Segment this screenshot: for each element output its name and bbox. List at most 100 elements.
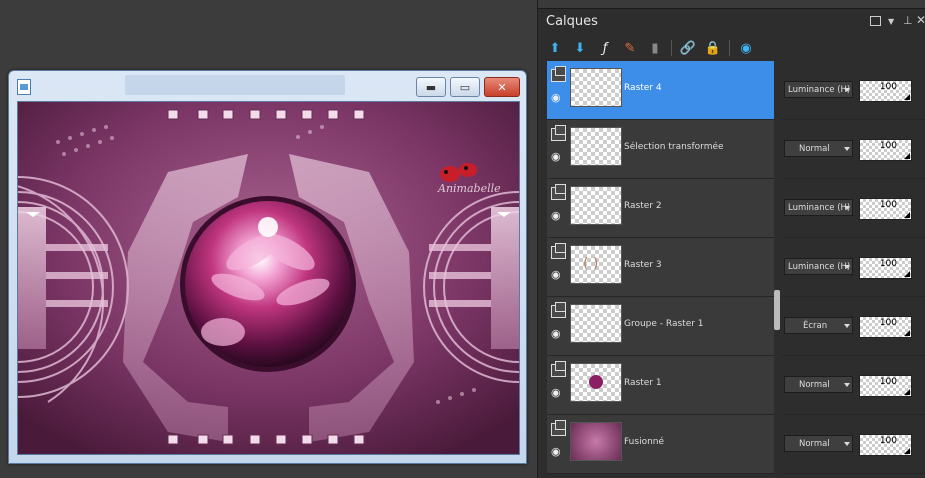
chevron-down-icon[interactable]: ▼ xyxy=(888,17,894,26)
slider-corner-icon xyxy=(904,271,910,277)
orb-thumb-detail xyxy=(589,375,603,389)
panel-title: Calques xyxy=(546,14,598,29)
brackets-thumb-detail: ( ) xyxy=(583,256,599,272)
eye-icon[interactable]: ◉ xyxy=(551,92,565,103)
layer-thumbnail xyxy=(570,68,622,107)
chevron-down-icon xyxy=(844,265,850,269)
minimize-button[interactable]: ▬ xyxy=(416,77,446,97)
blend-mode-select[interactable]: Écran xyxy=(784,317,853,334)
document-titlebar[interactable]: ▬ ▭ ✕ xyxy=(9,71,526,101)
close-icon[interactable]: ✕ xyxy=(916,13,925,27)
chevron-down-icon xyxy=(844,147,850,151)
opacity-field[interactable]: 100 xyxy=(859,139,912,161)
layer-row[interactable]: ◉ Sélection transformée xyxy=(547,120,774,179)
left-panel xyxy=(18,207,46,349)
layer-type-icon xyxy=(551,302,566,318)
slider-corner-icon xyxy=(904,448,910,454)
blend-mode-select[interactable]: Luminance (H) xyxy=(784,81,853,98)
layer-type-icon xyxy=(551,243,566,259)
layer-row[interactable]: ◉ Raster 2 xyxy=(547,179,774,238)
opacity-field[interactable]: 100 xyxy=(859,434,912,456)
layer-row[interactable]: ◉ Raster 1 xyxy=(547,356,774,415)
pin-icon[interactable]: ⊥ xyxy=(903,14,913,27)
slider-corner-icon xyxy=(904,389,910,395)
link-icon[interactable]: 🔗 xyxy=(679,39,697,57)
effects-brush-icon[interactable]: ✎ xyxy=(621,39,639,57)
maximize-icon: ▭ xyxy=(459,80,471,94)
layer-type-icon xyxy=(551,361,566,377)
mask-icon[interactable]: ▮ xyxy=(646,39,664,57)
layer-props-row: Luminance (H) 100 xyxy=(782,238,925,297)
layer-type-icon xyxy=(551,125,566,141)
layer-props-row: Normal 100 xyxy=(782,356,925,415)
move-up-icon[interactable]: ⬆ xyxy=(546,39,564,57)
slider-corner-icon xyxy=(904,212,910,218)
blend-mode-select[interactable]: Luminance (H) xyxy=(784,258,853,275)
layer-name: Groupe - Raster 1 xyxy=(624,319,704,329)
document-title xyxy=(125,75,345,95)
move-down-icon[interactable]: ⬇ xyxy=(571,39,589,57)
orb-highlight xyxy=(258,217,278,237)
panel-menu-icon[interactable] xyxy=(870,16,881,26)
blend-mode-select[interactable]: Normal xyxy=(784,435,853,452)
layer-thumbnail: ( ) xyxy=(570,245,622,284)
opacity-field[interactable]: 100 xyxy=(859,198,912,220)
layer-name: Raster 2 xyxy=(624,201,662,211)
layer-row[interactable]: ◉ Raster 4 xyxy=(547,61,774,120)
layer-type-icon xyxy=(551,184,566,200)
close-icon: ✕ xyxy=(497,80,507,94)
workspace-area: ▬ ▭ ✕ Animabelle xyxy=(0,0,537,478)
image-canvas[interactable]: Animabelle xyxy=(17,101,520,455)
chevron-down-icon xyxy=(844,383,850,387)
artwork: Animabelle xyxy=(18,102,519,454)
layer-name: Fusionné xyxy=(624,437,665,447)
layer-props-row: Luminance (H) 100 xyxy=(782,179,925,238)
eye-icon[interactable]: ◉ xyxy=(551,328,565,339)
opacity-field[interactable]: 100 xyxy=(859,375,912,397)
layer-properties: Luminance (H) 100 Normal 100 Luminance (… xyxy=(782,61,925,478)
eye-icon[interactable]: ◉ xyxy=(551,387,565,398)
opacity-field[interactable]: 100 xyxy=(859,257,912,279)
close-button[interactable]: ✕ xyxy=(484,77,520,97)
layer-name: Raster 3 xyxy=(624,260,662,270)
toolbar-divider xyxy=(671,40,672,56)
layers-toolbar: ⬆ ⬇ ƒ ✎ ▮ 🔗 🔒 ◉ xyxy=(546,38,762,58)
slider-corner-icon xyxy=(904,153,910,159)
opacity-field[interactable]: 100 xyxy=(859,316,912,338)
panel-splitter[interactable] xyxy=(774,290,780,330)
layer-row[interactable]: ◉ Fusionné xyxy=(547,415,774,474)
opacity-value: 100 xyxy=(879,436,897,446)
layer-row[interactable]: ◉ ( ) Raster 3 xyxy=(547,238,774,297)
layer-thumbnail xyxy=(570,127,622,166)
chevron-down-icon xyxy=(844,206,850,210)
layers-panel: Calques ▼ ⊥ ✕ ⬆ ⬇ ƒ ✎ ▮ 🔗 🔒 ◉ ◉ Raster 4… xyxy=(537,0,925,478)
layer-thumbnail xyxy=(570,304,622,343)
layer-row[interactable]: ◉ Groupe - Raster 1 xyxy=(547,297,774,356)
blend-mode-select[interactable]: Normal xyxy=(784,376,853,393)
eye-icon[interactable]: ◉ xyxy=(551,446,565,457)
opacity-value: 100 xyxy=(879,318,897,328)
layer-name: Sélection transformée xyxy=(624,142,724,152)
opacity-value: 100 xyxy=(879,377,897,387)
layer-thumbnail xyxy=(570,186,622,225)
blend-mode-select[interactable]: Luminance (H) xyxy=(784,199,853,216)
layer-name: Raster 4 xyxy=(624,83,662,93)
opacity-field[interactable]: 100 xyxy=(859,80,912,102)
eye-icon[interactable]: ◉ xyxy=(551,269,565,280)
blend-mode-select[interactable]: Normal xyxy=(784,140,853,157)
fx-visibility-icon[interactable]: ƒ xyxy=(596,39,614,57)
layer-thumbnail xyxy=(570,422,622,461)
layer-list: ◉ Raster 4 ◉ Sélection transformée ◉ Ras… xyxy=(547,61,774,478)
layer-props-row: Luminance (H) 100 xyxy=(782,61,925,120)
maximize-button[interactable]: ▭ xyxy=(450,77,480,97)
minimize-icon: ▬ xyxy=(425,80,437,94)
document-window[interactable]: ▬ ▭ ✕ Animabelle xyxy=(8,70,527,464)
eye-icon[interactable]: ◉ xyxy=(551,151,565,162)
layer-type-icon xyxy=(551,66,566,82)
lock-icon[interactable]: 🔒 xyxy=(704,39,722,57)
slider-corner-icon xyxy=(904,330,910,336)
eye-icon[interactable]: ◉ xyxy=(551,210,565,221)
document-icon xyxy=(17,79,31,95)
palette-icon[interactable]: ◉ xyxy=(737,39,755,57)
chevron-down-icon xyxy=(844,442,850,446)
